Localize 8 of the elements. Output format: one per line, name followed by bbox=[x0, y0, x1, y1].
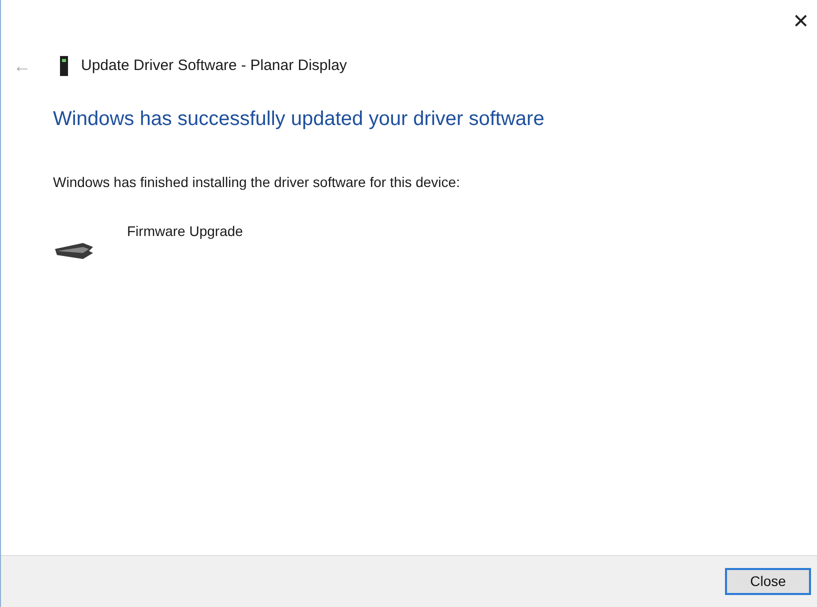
device-name: Firmware Upgrade bbox=[127, 222, 243, 241]
window-title: Update Driver Software - Planar Display bbox=[81, 56, 347, 76]
device-icon bbox=[53, 241, 95, 261]
result-heading: Windows has successfully updated your driver software bbox=[53, 107, 546, 132]
device-tower-icon bbox=[59, 56, 69, 76]
close-button[interactable]: Close bbox=[725, 568, 811, 595]
close-icon[interactable]: ✕ bbox=[789, 10, 813, 34]
info-message: Windows has finished installing the driver software for this device: bbox=[53, 173, 461, 192]
